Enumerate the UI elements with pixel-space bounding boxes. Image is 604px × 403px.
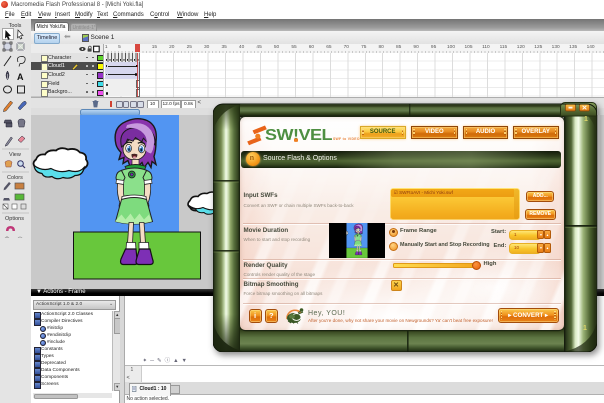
svg-text:Options: Options: [5, 216, 24, 222]
svg-text:Colors: Colors: [7, 175, 23, 181]
svg-text:A: A: [17, 72, 24, 82]
svg-text:View: View: [9, 152, 21, 158]
svg-text:1: 1: [583, 325, 587, 332]
svg-text:1: 1: [584, 116, 588, 123]
